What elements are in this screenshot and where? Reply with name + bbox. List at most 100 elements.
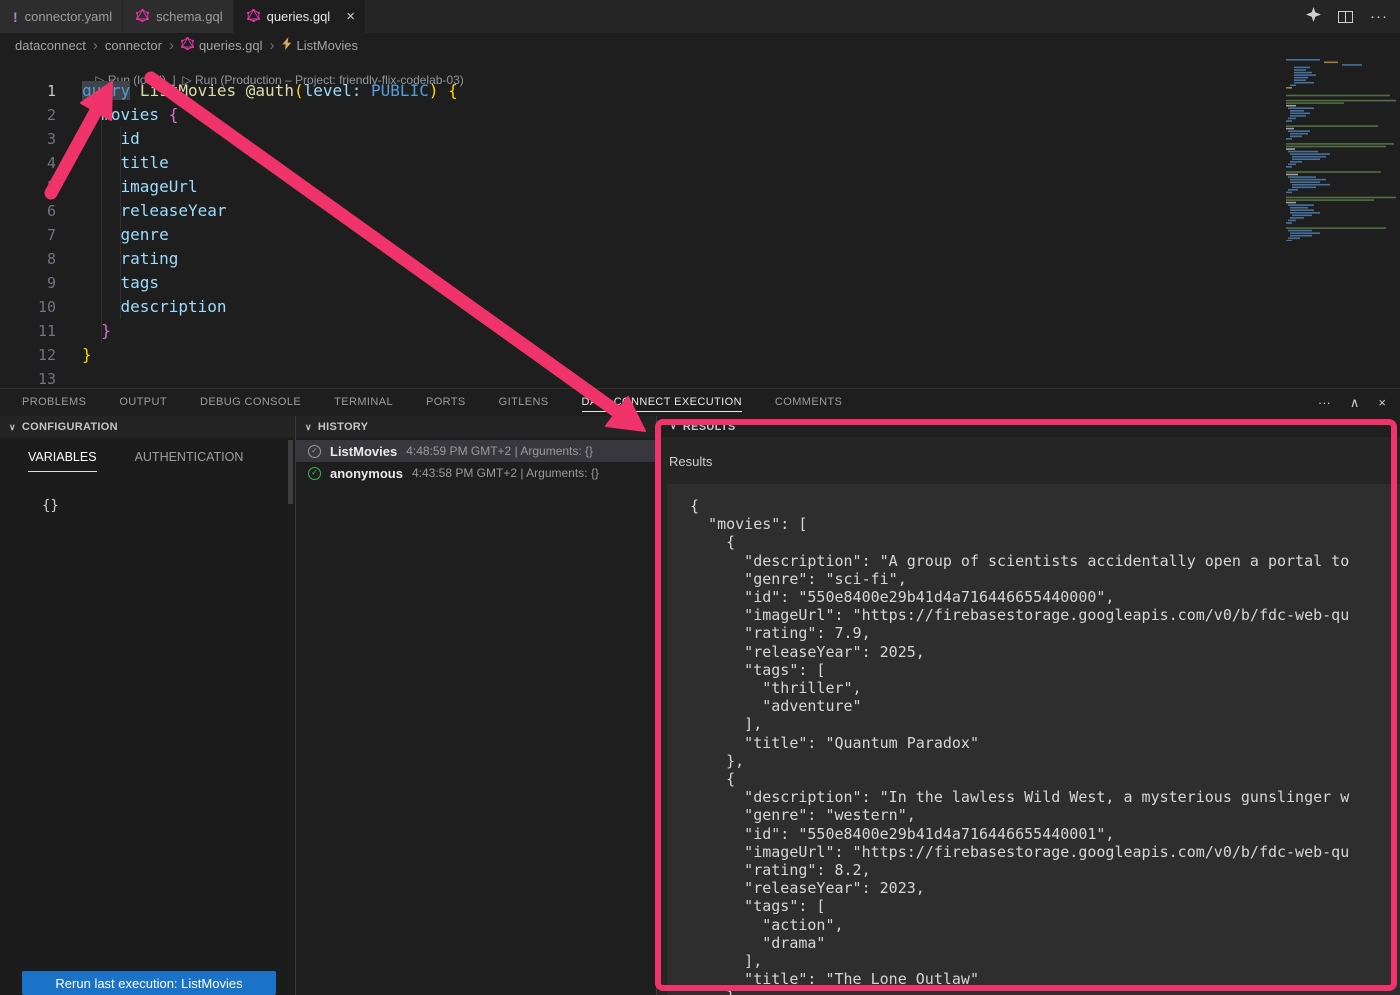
panel-tab-terminal[interactable]: TERMINAL bbox=[334, 389, 393, 416]
tab-label: schema.gql bbox=[156, 9, 222, 24]
code-text: imageUrl bbox=[82, 175, 198, 199]
code-text: tags bbox=[82, 271, 159, 295]
code-line[interactable]: 10 description bbox=[0, 295, 1400, 319]
breadcrumb-item-queries.gql[interactable]: queries.gql bbox=[181, 37, 263, 53]
config-tab-authentication[interactable]: AUTHENTICATION bbox=[135, 450, 244, 472]
code-line[interactable]: 11 } bbox=[0, 319, 1400, 343]
history-entry-name: ListMovies bbox=[330, 444, 397, 459]
config-tab-variables[interactable]: VARIABLES bbox=[28, 450, 97, 472]
history-entry-meta: 4:48:59 PM GMT+2 | Arguments: {} bbox=[406, 444, 593, 458]
code-line[interactable]: 12} bbox=[0, 343, 1400, 367]
breadcrumb-separator: › bbox=[270, 37, 275, 54]
line-number: 10 bbox=[0, 295, 56, 319]
panel-more-icon[interactable]: ··· bbox=[1318, 395, 1331, 410]
history-entry-ListMovies[interactable]: ✓ ListMovies 4:48:59 PM GMT+2 | Arguments:… bbox=[296, 440, 656, 462]
line-number: 3 bbox=[0, 127, 56, 151]
status-check-icon: ✓ bbox=[308, 467, 321, 480]
editor-tab-bar: ! connector.yaml schema.gql queries.gql × bbox=[0, 0, 1400, 33]
breadcrumb-item-connector[interactable]: connector bbox=[105, 38, 162, 53]
code-line[interactable]: 9 tags bbox=[0, 271, 1400, 295]
configuration-header[interactable]: ∨ CONFIGURATION bbox=[0, 416, 295, 438]
graphql-icon bbox=[247, 9, 260, 25]
code-line[interactable]: 13 bbox=[0, 367, 1400, 388]
history-entry-meta: 4:43:58 PM GMT+2 | Arguments: {} bbox=[412, 466, 599, 480]
code-text: id bbox=[82, 127, 140, 151]
minimap[interactable] bbox=[1284, 57, 1400, 241]
breadcrumb-item-dataconnect[interactable]: dataconnect bbox=[15, 38, 86, 53]
code-line[interactable]: 6 releaseYear bbox=[0, 199, 1400, 223]
code-text: description bbox=[82, 295, 227, 319]
code-line[interactable]: 7 genre bbox=[0, 223, 1400, 247]
configuration-section: ∨ CONFIGURATION VARIABLESAUTHENTICATION … bbox=[0, 416, 296, 995]
history-entry-anonymous[interactable]: ✓anonymous4:43:58 PM GMT+2 | Arguments: … bbox=[296, 462, 656, 484]
graphql-icon bbox=[181, 37, 194, 53]
history-header[interactable]: ∨ HISTORY bbox=[296, 416, 656, 438]
panel-tab-gitlens[interactable]: GITLENS bbox=[499, 389, 549, 416]
results-section: ∨ RESULTS Results { "movies": [ { "descr… bbox=[657, 416, 1400, 995]
panel-tab-comments[interactable]: COMMENTS bbox=[775, 389, 842, 416]
sparkle-icon[interactable] bbox=[1306, 7, 1321, 27]
panel-maximize-icon[interactable]: ∧ bbox=[1350, 395, 1360, 411]
breadcrumb-label: dataconnect bbox=[15, 38, 86, 53]
breadcrumb-label: ListMovies bbox=[297, 38, 358, 53]
code-text: } bbox=[82, 319, 111, 343]
results-json-viewer[interactable]: { "movies": [ { "description": "A group … bbox=[667, 484, 1400, 995]
breadcrumb-separator: › bbox=[169, 37, 174, 54]
results-label: Results bbox=[669, 454, 1400, 469]
code-editor[interactable]: ▷ Run (local) | ▷ Run (Production – Proj… bbox=[0, 57, 1400, 388]
bottom-panel: PROBLEMS OUTPUT DEBUG CONSOLE TERMINAL PORTS… bbox=[0, 388, 1400, 995]
line-number: 6 bbox=[0, 199, 56, 223]
panel-tab-ports[interactable]: PORTS bbox=[426, 389, 466, 416]
code-text: genre bbox=[82, 223, 169, 247]
scrollbar-thumb[interactable] bbox=[288, 440, 293, 504]
editor-tab-schema.gql[interactable]: schema.gql bbox=[123, 0, 233, 33]
code-line[interactable]: 1 query ListMovies @auth(level: PUBLIC) { bbox=[0, 79, 1400, 103]
line-number: 7 bbox=[0, 223, 56, 247]
panel-actions: ··· ∧ × bbox=[1318, 389, 1386, 416]
chevron-down-icon: ∨ bbox=[670, 421, 677, 432]
graphql-icon bbox=[136, 9, 149, 25]
breadcrumb-item-ListMovies[interactable]: ListMovies bbox=[282, 37, 358, 53]
breadcrumb: dataconnect › connector › queries.gql › ListMo… bbox=[0, 33, 1400, 57]
editor-tab-connector.yaml[interactable]: ! connector.yaml bbox=[0, 0, 123, 33]
panel-tab-debug-console[interactable]: DEBUG CONSOLE bbox=[200, 389, 301, 416]
breadcrumb-label: connector bbox=[105, 38, 162, 53]
line-number: 13 bbox=[0, 367, 56, 388]
more-actions-icon[interactable]: ··· bbox=[1370, 8, 1388, 25]
rerun-button[interactable]: Rerun last execution: ListMovies bbox=[22, 971, 276, 995]
line-number: 4 bbox=[0, 151, 56, 175]
split-editor-icon[interactable] bbox=[1338, 11, 1353, 23]
tab-label: queries.gql bbox=[267, 9, 331, 24]
line-number: 11 bbox=[0, 319, 56, 343]
panel-tab-problems[interactable]: PROBLEMS bbox=[22, 389, 86, 416]
code-line[interactable]: 5 imageUrl bbox=[0, 175, 1400, 199]
history-section: ∨ HISTORY ✓ ListMovies 4:48:59 PM GMT+2 | … bbox=[296, 416, 657, 995]
operation-symbol-icon bbox=[282, 37, 292, 53]
tab-label: connector.yaml bbox=[25, 9, 112, 24]
code-line[interactable]: 3 id bbox=[0, 127, 1400, 151]
results-header[interactable]: ∨ RESULTS bbox=[657, 416, 1400, 437]
panel-close-icon[interactable]: × bbox=[1378, 395, 1386, 410]
editor-tab-queries.gql[interactable]: queries.gql × bbox=[234, 0, 366, 33]
line-number: 5 bbox=[0, 175, 56, 199]
yaml-warning-icon: ! bbox=[13, 9, 18, 25]
line-number: 9 bbox=[0, 271, 56, 295]
close-tab-icon[interactable]: × bbox=[346, 9, 355, 24]
code-line[interactable]: 8 rating bbox=[0, 247, 1400, 271]
code-text: title bbox=[82, 151, 169, 175]
results-json: { "movies": [ { "description": "A group … bbox=[667, 484, 1400, 995]
breadcrumb-separator: › bbox=[93, 37, 98, 54]
editor-actions: ··· bbox=[1306, 0, 1388, 33]
line-number: 2 bbox=[0, 103, 56, 127]
code-text: } bbox=[82, 343, 92, 367]
code-line[interactable]: 4 title bbox=[0, 151, 1400, 175]
variables-editor[interactable]: {} bbox=[42, 498, 295, 514]
code-text: movies { bbox=[82, 103, 178, 127]
code-line[interactable]: 2 movies { bbox=[0, 103, 1400, 127]
panel-tab-output[interactable]: OUTPUT bbox=[119, 389, 167, 416]
panel-tab-data-connect-execution[interactable]: DATA CONNECT EXECUTION bbox=[582, 389, 742, 416]
breadcrumb-label: queries.gql bbox=[199, 38, 263, 53]
line-number: 1 bbox=[0, 79, 56, 103]
code-text: query ListMovies @auth(level: PUBLIC) { bbox=[82, 79, 458, 103]
status-check-icon: ✓ bbox=[308, 445, 321, 458]
